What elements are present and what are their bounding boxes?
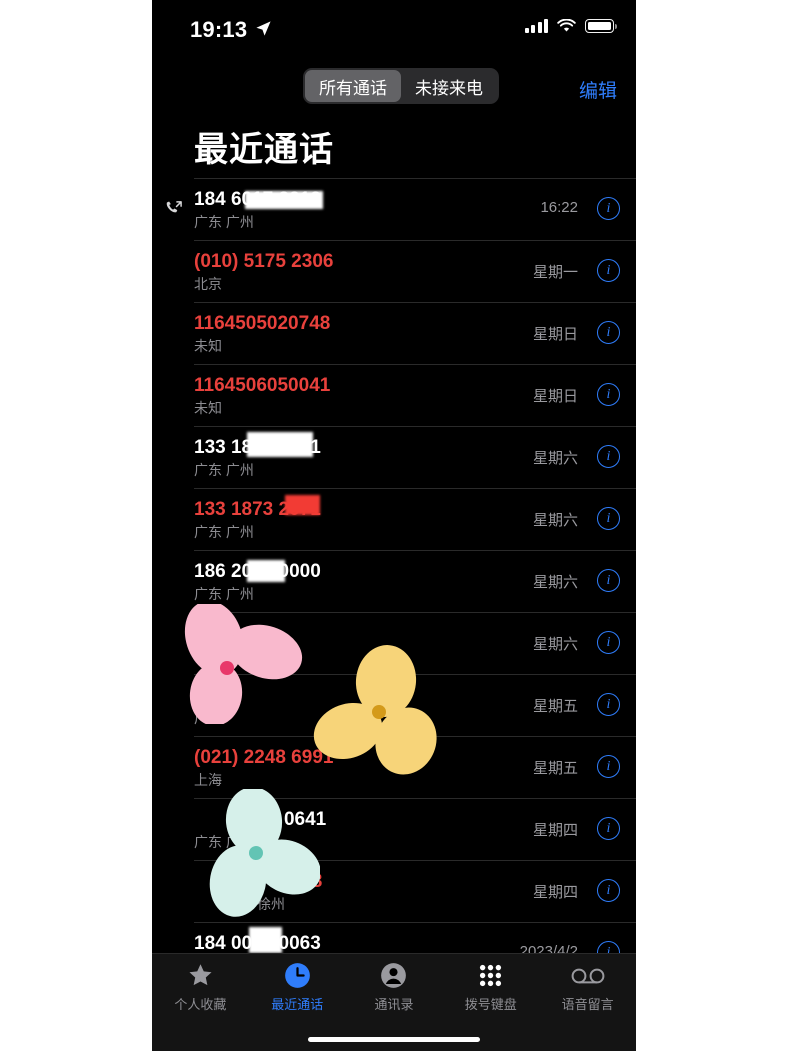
call-info-button[interactable]: i [597, 631, 620, 654]
redaction-block [247, 560, 285, 582]
redaction-block [247, 432, 313, 457]
tab-recents[interactable]: 最近通话 [249, 962, 346, 1013]
tab-label: 个人收藏 [174, 997, 227, 1012]
recent-calls-list[interactable]: 184 6017 2212 广东 广州 16:22 i (010) 5175 2… [152, 178, 636, 954]
call-time: 星期五 [532, 698, 578, 715]
home-indicator [308, 1037, 480, 1042]
call-time: 星期四 [532, 822, 578, 839]
call-time: 星期日 [532, 388, 578, 405]
call-info-button[interactable]: i [597, 321, 620, 344]
navigation-bar: 所有通话 未接来电 编辑 [152, 58, 636, 118]
redaction-block [285, 495, 320, 515]
status-bar-indicators [524, 19, 617, 33]
table-row[interactable]: 133 1873 2071 广东 广州 星期六 i [152, 488, 636, 550]
call-location: 广东 广州 [194, 214, 254, 230]
clock-icon [284, 962, 311, 989]
call-time: 星期六 [532, 512, 578, 529]
tab-favorites[interactable]: 个人收藏 [152, 962, 249, 1013]
segment-missed-calls[interactable]: 未接来电 [401, 70, 497, 102]
phone-screenshot: 19:13 所有通话 未接来电 编辑 最近通话 184 广东 广州 16:22 … [152, 0, 636, 1051]
call-location: 北京 [194, 276, 222, 292]
cellular-signal-icon [524, 19, 548, 33]
battery-icon [585, 19, 617, 33]
call-location: 广东 广州 [194, 462, 254, 478]
outgoing-call-icon [166, 201, 182, 213]
call-info-button[interactable]: i [597, 755, 620, 778]
call-filter-segmented-control[interactable]: 所有通话 未接来电 [303, 68, 499, 104]
table-row[interactable]: 184 6017 2212 广东 广州 16:22 i [152, 178, 636, 240]
call-time: 星期六 [532, 636, 578, 653]
table-row[interactable]: 133 1873 2071 广东 广州 星期六 i [152, 426, 636, 488]
call-location: 未知 [194, 338, 222, 354]
tab-contacts[interactable]: 通讯录 [346, 962, 443, 1013]
edit-button[interactable]: 编辑 [579, 76, 617, 103]
call-location: 上海 [194, 772, 222, 788]
call-location: 未知 [194, 400, 222, 416]
call-number: 1164505020748 [194, 313, 331, 334]
tab-bar: 个人收藏 最近通话 通讯录 拨号键盘 语音留言 [152, 953, 636, 1051]
status-bar-time: 19:13 [190, 17, 248, 42]
table-row[interactable]: 1164505020748 未知 星期日 i [152, 302, 636, 364]
redaction-block [249, 927, 282, 953]
call-number: (010) 5175 2306 [194, 251, 334, 272]
table-row[interactable]: 8348 徐州 星期四 i [152, 860, 636, 922]
tab-label: 语音留言 [561, 997, 614, 1012]
table-row[interactable]: 1164506050041 未知 星期日 i [152, 364, 636, 426]
tab-keypad[interactable]: 拨号键盘 [442, 962, 539, 1013]
call-number: 251 0641 [247, 809, 327, 830]
call-location: 广东 广州 [194, 524, 254, 540]
tab-voicemail[interactable]: 语音留言 [539, 962, 636, 1013]
location-arrow-icon [256, 21, 271, 36]
call-time: 星期四 [532, 884, 578, 901]
table-row[interactable]: 184 0010 0063 2023/4/2 i [152, 922, 636, 954]
call-location: 徐州 [257, 896, 285, 912]
voicemail-icon [571, 962, 605, 989]
call-location: 广东 广州 [194, 834, 254, 850]
call-info-button[interactable]: i [597, 817, 620, 840]
call-info-button[interactable]: i [597, 197, 620, 220]
page-title: 最近通话 [194, 131, 334, 169]
table-row[interactable]: 星期六 i [152, 612, 636, 674]
call-time: 星期日 [532, 326, 578, 343]
call-time: 16:22 [540, 199, 578, 216]
call-time: 星期五 [532, 760, 578, 777]
call-number: 8348 [280, 871, 323, 892]
call-info-button[interactable]: i [597, 693, 620, 716]
table-row[interactable]: 251 0641 广东 广州 星期四 i [152, 798, 636, 860]
call-time: 星期六 [532, 574, 578, 591]
call-info-button[interactable]: i [597, 507, 620, 530]
call-number: 1164506050041 [194, 375, 331, 396]
star-icon [187, 962, 214, 989]
table-row[interactable]: (010) 5175 2306 北京 星期一 i [152, 240, 636, 302]
status-bar: 19:13 [152, 0, 636, 58]
keypad-icon [477, 962, 504, 989]
call-location: 广州 [194, 710, 222, 726]
table-row[interactable]: (021) 2248 6991 上海 星期五 i [152, 736, 636, 798]
call-number: (021) 2248 6991 [194, 747, 334, 768]
call-location: 广东 广州 [194, 586, 254, 602]
call-info-button[interactable]: i [597, 879, 620, 902]
tab-label: 通讯录 [374, 997, 414, 1012]
call-info-button[interactable]: i [597, 569, 620, 592]
tab-label: 最近通话 [271, 997, 324, 1012]
table-row[interactable]: 广州 星期五 i [152, 674, 636, 736]
table-row[interactable]: 186 2000 0000 广东 广州 星期六 i [152, 550, 636, 612]
segment-all-calls[interactable]: 所有通话 [305, 70, 401, 102]
call-info-button[interactable]: i [597, 445, 620, 468]
tab-label: 拨号键盘 [464, 997, 517, 1012]
call-time: 星期六 [532, 450, 578, 467]
person-circle-icon [380, 962, 407, 989]
call-info-button[interactable]: i [597, 259, 620, 282]
wifi-icon [557, 19, 576, 32]
call-time: 星期一 [532, 264, 578, 281]
call-info-button[interactable]: i [597, 383, 620, 406]
redaction-block [245, 191, 323, 209]
